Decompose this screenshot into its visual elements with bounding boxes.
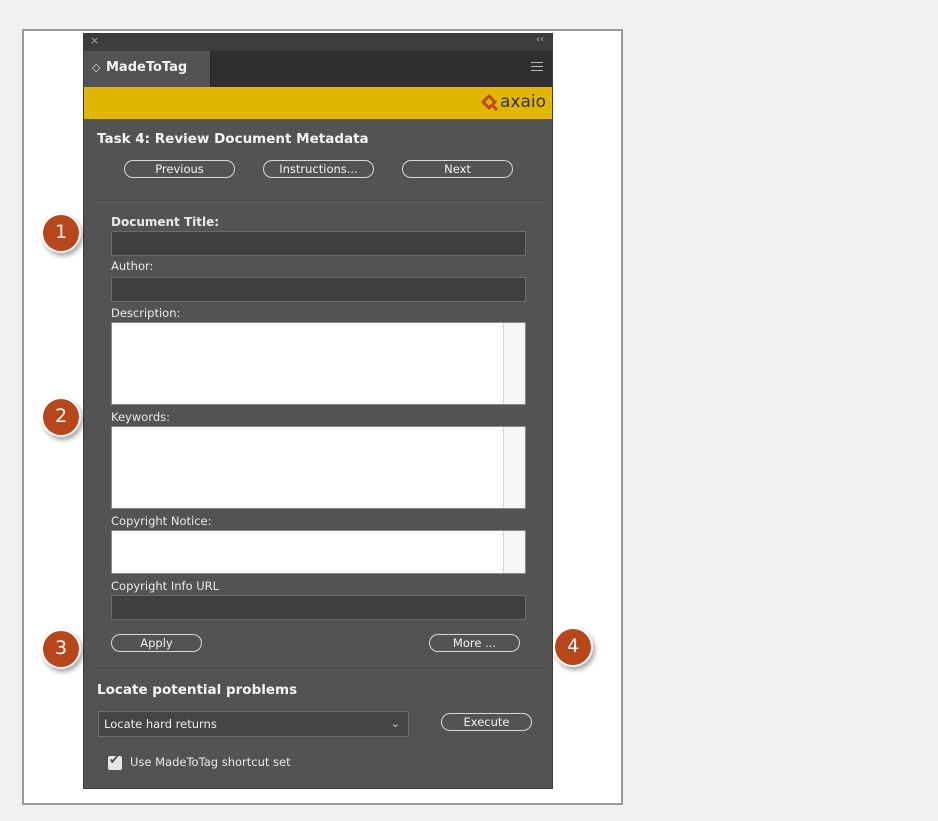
separator bbox=[94, 200, 544, 202]
description-field[interactable] bbox=[111, 322, 526, 405]
panel-menu-icon[interactable] bbox=[531, 62, 543, 74]
instructions-button[interactable]: Instructions... bbox=[263, 160, 374, 178]
axaio-mark-icon bbox=[480, 94, 499, 112]
logo-text: axaio bbox=[499, 92, 546, 112]
separator bbox=[94, 668, 544, 670]
locate-problems-title: Locate potential problems bbox=[97, 682, 298, 698]
copyright-notice-label: Copyright Notice: bbox=[111, 514, 212, 528]
description-scrollbar[interactable] bbox=[503, 323, 525, 404]
document-title-label: Document Title: bbox=[111, 215, 220, 229]
next-button[interactable]: Next bbox=[402, 160, 513, 178]
more-button[interactable]: More ... bbox=[429, 634, 520, 652]
shortcut-label: Use MadeToTag shortcut set bbox=[130, 755, 291, 769]
execute-button[interactable]: Execute bbox=[441, 713, 532, 731]
panel-tabstrip: ◇ MadeToTag bbox=[84, 51, 552, 87]
axaio-logo: axaio bbox=[479, 92, 546, 112]
description-label: Description: bbox=[111, 306, 181, 320]
panel-titlebar: × ‹‹ bbox=[84, 34, 552, 51]
problem-type-selected: Locate hard returns bbox=[104, 717, 217, 731]
callout-marker-2: 2 bbox=[41, 397, 81, 437]
close-icon[interactable]: × bbox=[90, 34, 99, 47]
problem-type-select[interactable]: Locate hard returns ⌄ bbox=[98, 711, 409, 737]
keywords-field[interactable] bbox=[111, 426, 526, 509]
task-title: Task 4: Review Document Metadata bbox=[97, 131, 369, 147]
callout-marker-1: 1 bbox=[41, 213, 81, 253]
author-field[interactable] bbox=[111, 277, 526, 302]
copyright-notice-scrollbar[interactable] bbox=[503, 531, 525, 573]
collapse-icon[interactable]: ‹‹ bbox=[536, 34, 544, 45]
copyright-url-field[interactable] bbox=[111, 595, 526, 620]
apply-button[interactable]: Apply bbox=[111, 634, 202, 652]
author-label: Author: bbox=[111, 259, 154, 273]
tab-title: MadeToTag bbox=[106, 60, 188, 75]
document-title-field[interactable] bbox=[111, 231, 526, 256]
callout-marker-4: 4 bbox=[553, 627, 593, 667]
chevron-down-icon: ⌄ bbox=[390, 717, 400, 730]
copyright-url-label: Copyright Info URL bbox=[111, 579, 220, 593]
brand-bar: axaio bbox=[84, 87, 552, 119]
callout-marker-3: 3 bbox=[41, 629, 81, 669]
keywords-label: Keywords: bbox=[111, 410, 170, 424]
expand-arrows-icon: ◇ bbox=[92, 61, 101, 74]
tab-madetotag[interactable]: ◇ MadeToTag bbox=[84, 51, 211, 87]
previous-button[interactable]: Previous bbox=[124, 160, 235, 178]
checkmark-icon: ✔ bbox=[109, 753, 120, 768]
copyright-notice-field[interactable] bbox=[111, 530, 526, 574]
keywords-scrollbar[interactable] bbox=[503, 427, 525, 508]
shortcut-checkbox[interactable]: ✔ bbox=[108, 753, 122, 770]
madetotag-panel: × ‹‹ ◇ MadeToTag axaio Task 4: Review Do… bbox=[83, 33, 553, 789]
